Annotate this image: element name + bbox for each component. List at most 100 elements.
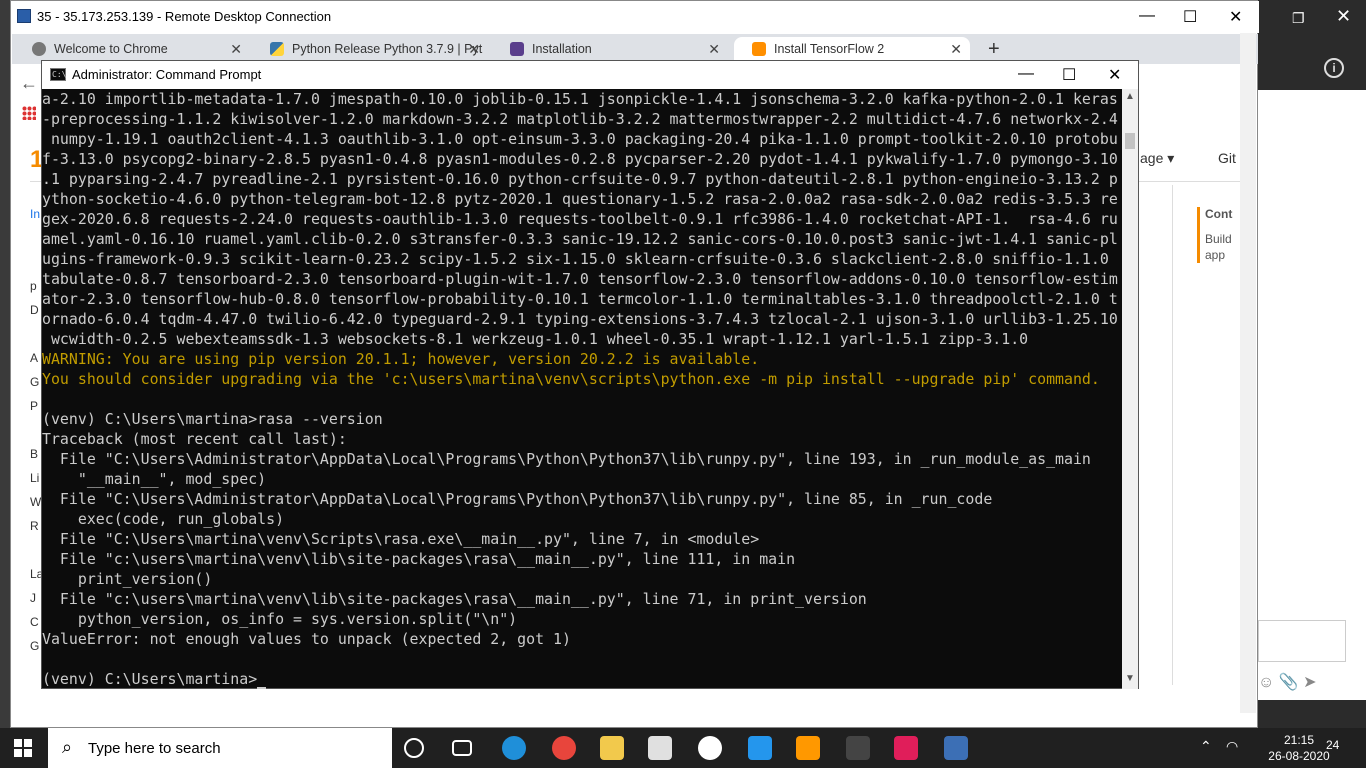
console-line: numpy-1.19.1 oauth2client-4.1.3 oauthlib… (42, 130, 1118, 148)
store-icon[interactable] (648, 736, 672, 760)
sidebar-item[interactable]: G (30, 375, 39, 389)
chrome-icon[interactable] (552, 736, 576, 760)
browser-scrollbar[interactable] (1240, 33, 1256, 713)
wifi-icon[interactable]: ◠ (1226, 738, 1238, 755)
right-toc: Cont Build app (1172, 185, 1242, 685)
sidebar-item[interactable]: J (30, 591, 36, 605)
cmd-scrollbar[interactable]: ▲ ▼ (1122, 89, 1138, 689)
notification-center-icon[interactable]: 24 (1326, 738, 1339, 752)
sidebar-item[interactable]: C (30, 615, 39, 629)
text-cursor (257, 687, 267, 689)
sidebar-item[interactable]: p (30, 279, 37, 293)
scroll-up-icon[interactable]: ▲ (1125, 91, 1135, 102)
tab-label: Install TensorFlow 2 (774, 42, 885, 56)
console-line: wcwidth-0.2.5 webexteamssdk-1.3 websocke… (42, 330, 1029, 348)
console-line: File "c:\users\martina\venv\lib\site-pac… (42, 590, 867, 608)
host-restore-button[interactable]: ❐ (1292, 10, 1305, 27)
back-button[interactable]: ← (20, 73, 38, 94)
console-line: ValueError: not enough values to unpack … (42, 630, 571, 648)
console-line: "__main__", mod_spec) (42, 470, 267, 488)
language-selector[interactable]: age ▾ (1140, 150, 1174, 167)
command-prompt-window: C:\ Administrator: Command Prompt — ☐ ✕ … (41, 60, 1139, 689)
host-message-input[interactable] (1258, 620, 1346, 662)
console-line: python_version, os_info = sys.version.sp… (42, 610, 518, 628)
console-line: gex-2020.6.8 requests-2.24.0 requests-oa… (42, 210, 1118, 228)
slack-icon[interactable] (894, 736, 918, 760)
tensorflow-icon (752, 42, 766, 56)
left-sidebar: In p D A G P B Li W R La J C G (22, 185, 43, 685)
sidebar-item[interactable]: Li (30, 471, 39, 485)
toc-heading[interactable]: Cont (1205, 207, 1232, 221)
rdp-app-icon (17, 9, 31, 23)
sidebar-item[interactable]: P (30, 399, 38, 413)
cmd-close-button[interactable]: ✕ (1108, 65, 1121, 85)
cmd-titlebar: C:\ Administrator: Command Prompt — ☐ ✕ (42, 61, 1138, 89)
clock-date: 26-08-2020 (1268, 749, 1330, 763)
edge-icon[interactable] (502, 736, 526, 760)
console-prompt[interactable]: (venv) C:\Users\martina> (42, 669, 1122, 689)
rasa-docs-icon (510, 42, 524, 56)
console-line: (venv) C:\Users\martina>rasa --version (42, 410, 383, 428)
cloud-icon[interactable] (698, 736, 722, 760)
sidebar-item[interactable]: A (30, 351, 38, 365)
sidebar-item[interactable]: D (30, 303, 39, 317)
apps-grid-icon[interactable] (22, 106, 36, 120)
console-output[interactable]: a-2.10 importlib-metadata-1.7.0 jmespath… (42, 89, 1122, 689)
taskbar: ⌕ Type here to search ⌃ ◠ 21:15 26-08-20… (0, 728, 1366, 768)
console-line: ator-2.3.0 tensorflow-hub-0.8.0 tensorfl… (42, 290, 1118, 308)
task-view-icon[interactable] (452, 740, 472, 756)
cmd-maximize-button[interactable]: ☐ (1062, 65, 1076, 85)
sidebar-item[interactable]: R (30, 519, 39, 533)
console-line: Traceback (most recent call last): (42, 430, 347, 448)
console-line: File "C:\Users\Administrator\AppData\Loc… (42, 450, 1091, 468)
search-placeholder: Type here to search (88, 740, 221, 757)
tab-close-icon[interactable]: ✕ (708, 37, 720, 61)
console-line: ugins-framework-0.9.3 scikit-learn-0.23.… (42, 250, 1109, 268)
toc-active-bar (1197, 207, 1200, 263)
rdp-minimize-button[interactable]: — (1139, 7, 1155, 25)
new-tab-button[interactable]: + (988, 38, 1000, 61)
cortana-icon[interactable] (404, 738, 424, 758)
console-line: File "C:\Users\martina\venv\Scripts\rasa… (42, 530, 760, 548)
taskbar-search[interactable]: ⌕ Type here to search (48, 728, 392, 768)
clock-time: 21:15 (1283, 733, 1315, 747)
toc-item[interactable]: Build app (1205, 231, 1241, 263)
console-line: amel.yaml-0.16.10 ruamel.yaml.clib-0.2.0… (42, 230, 1118, 248)
sidebar-item[interactable]: B (30, 447, 38, 461)
file-explorer-icon[interactable] (600, 736, 624, 760)
clock[interactable]: 21:15 26-08-2020 (1264, 732, 1334, 764)
python-icon (270, 42, 284, 56)
sidebar-item[interactable]: G (30, 639, 39, 653)
tab-close-icon[interactable]: ✕ (230, 37, 242, 61)
host-close-button[interactable]: ✕ (1336, 6, 1351, 27)
host-input-icons[interactable]: ☺ 📎 ➤ (1258, 672, 1366, 692)
remote-desktop-icon[interactable] (944, 736, 968, 760)
sidebar-item[interactable]: W (30, 495, 41, 509)
terminal-icon[interactable] (846, 736, 870, 760)
console-line: File "c:\users\martina\venv\lib\site-pac… (42, 550, 796, 568)
console-line: .1 pyparsing-2.4.7 pyreadline-2.1 pyrsis… (42, 170, 1118, 188)
show-hidden-icons[interactable]: ⌃ (1200, 738, 1212, 755)
scroll-down-icon[interactable]: ▼ (1125, 673, 1135, 684)
docker-icon[interactable] (748, 736, 772, 760)
console-line: ornado-6.0.4 tqdm-4.47.0 twilio-6.42.0 t… (42, 310, 1118, 328)
cmd-icon: C:\ (50, 68, 67, 81)
cmd-minimize-button[interactable]: — (1018, 65, 1034, 83)
github-link[interactable]: Git (1218, 150, 1236, 166)
tab-close-icon[interactable]: ✕ (950, 37, 962, 61)
rdp-close-button[interactable]: ✕ (1229, 7, 1242, 27)
console-line: print_version() (42, 570, 213, 588)
tab-close-icon[interactable]: ✕ (468, 37, 480, 61)
console-line: ython-socketio-4.6.0 python-telegram-bot… (42, 190, 1118, 208)
sidebar-item[interactable]: In (30, 207, 40, 221)
info-icon[interactable]: i (1324, 58, 1344, 78)
rdp-maximize-button[interactable]: ☐ (1183, 7, 1197, 27)
tab-label: Welcome to Chrome (54, 42, 168, 56)
console-line: WARNING: You are using pip version 20.1.… (42, 350, 760, 368)
scroll-thumb[interactable] (1125, 133, 1135, 149)
windows-start-icon[interactable] (14, 739, 32, 757)
rdp-titlebar: 35 - 35.173.253.139 - Remote Desktop Con… (11, 1, 1259, 33)
sublime-icon[interactable] (796, 736, 820, 760)
